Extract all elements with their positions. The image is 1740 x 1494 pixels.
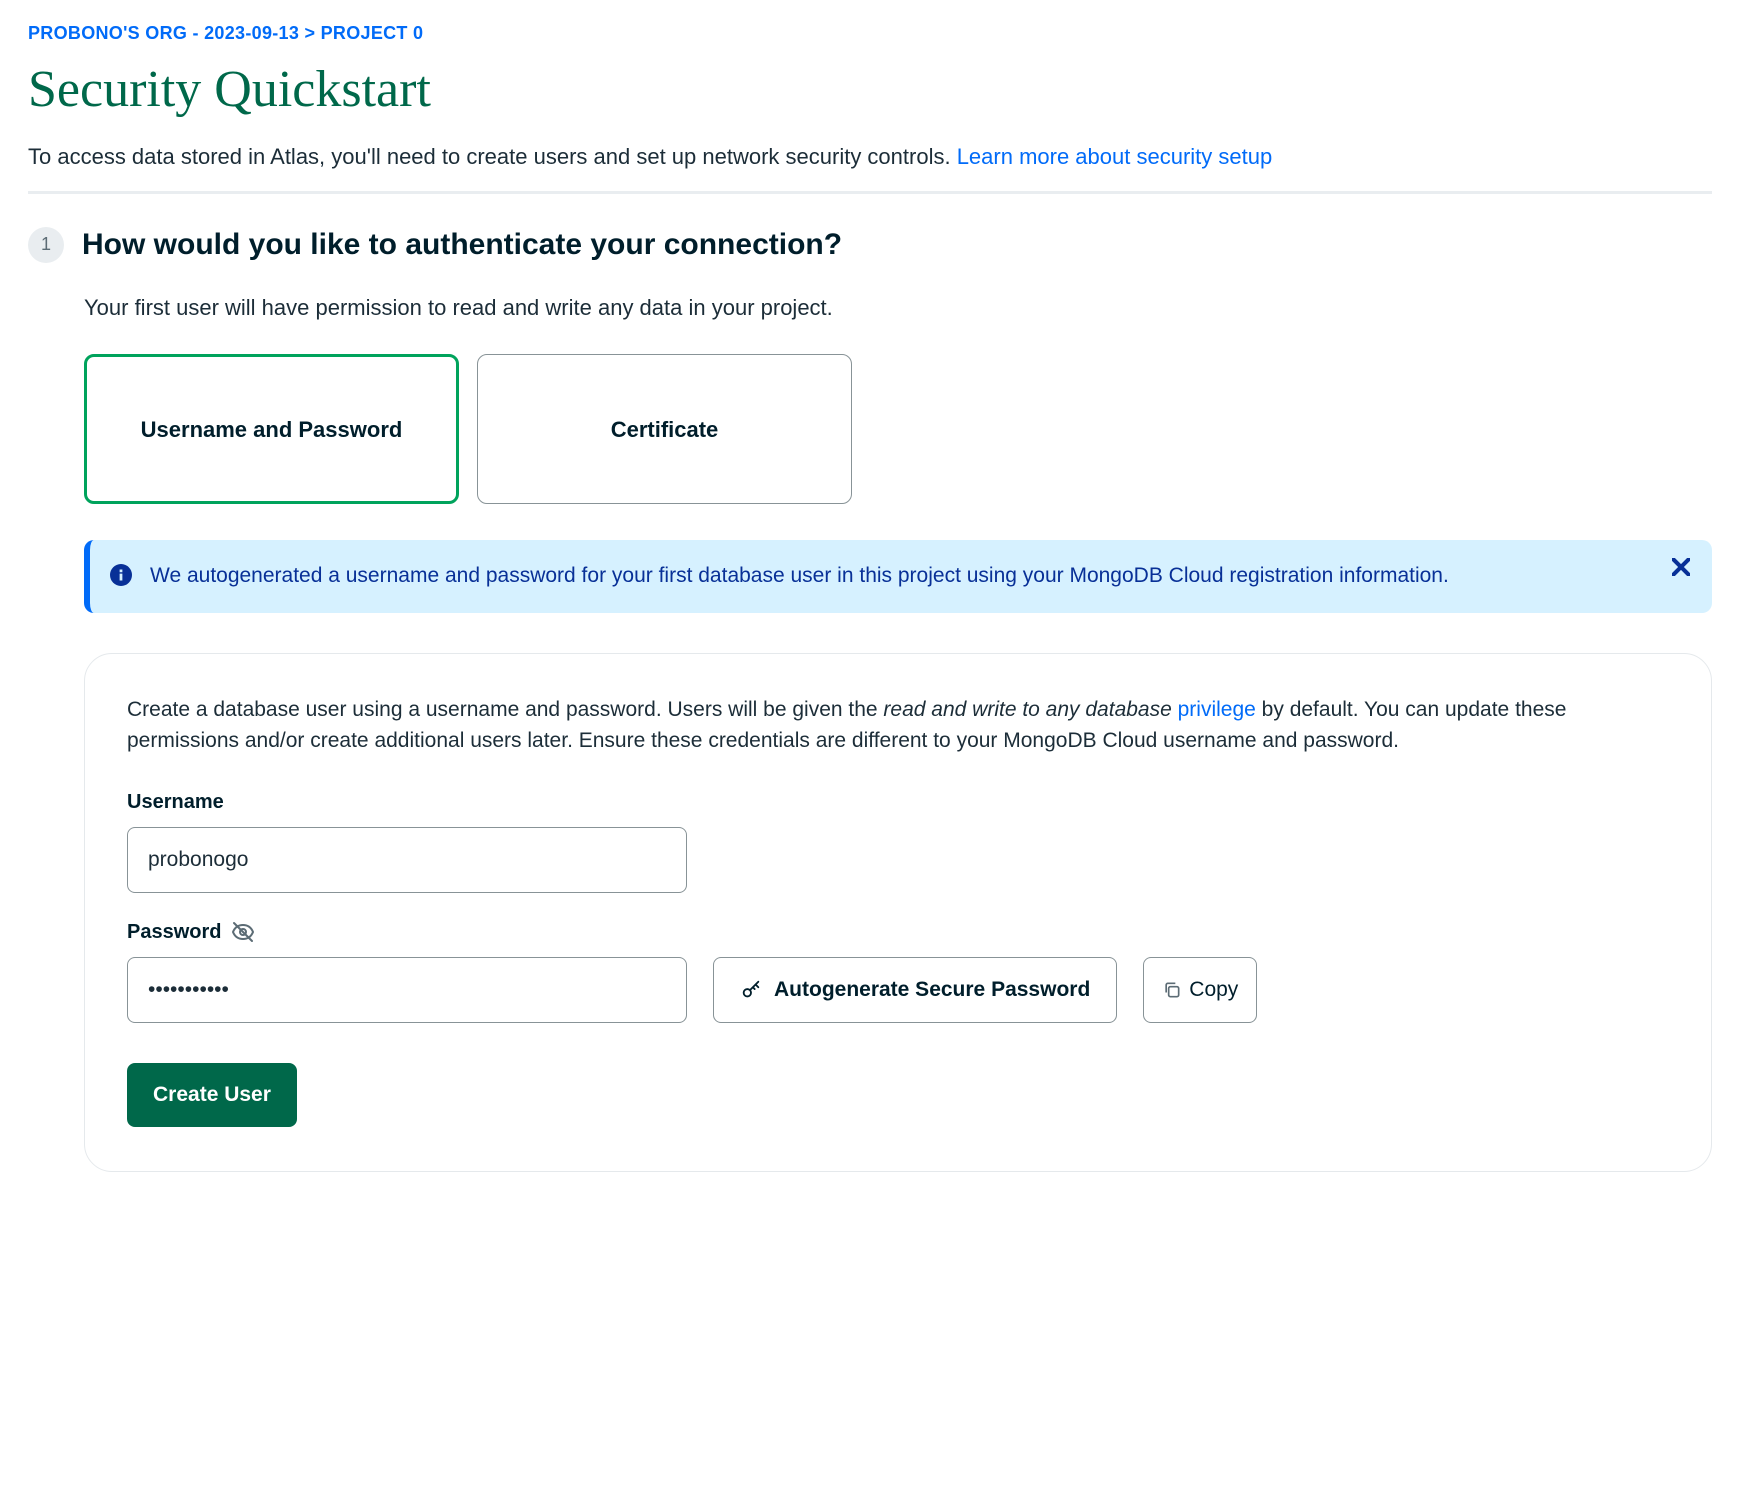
eye-off-icon[interactable] bbox=[231, 920, 255, 944]
breadcrumb-sep: > bbox=[304, 23, 315, 43]
key-icon bbox=[740, 979, 762, 1001]
option-certificate[interactable]: Certificate bbox=[477, 354, 852, 504]
subtitle-text: To access data stored in Atlas, you'll n… bbox=[28, 144, 957, 169]
password-label: Password bbox=[127, 917, 1669, 947]
breadcrumb-project-link[interactable]: PROJECT 0 bbox=[321, 23, 424, 43]
create-user-button[interactable]: Create User bbox=[127, 1063, 297, 1127]
create-user-label: Create User bbox=[153, 1083, 271, 1106]
divider bbox=[28, 191, 1712, 194]
password-input[interactable] bbox=[127, 957, 687, 1023]
step-title: How would you like to authenticate your … bbox=[82, 222, 842, 267]
auth-method-options: Username and Password Certificate bbox=[84, 354, 1712, 504]
step-description: Your first user will have permission to … bbox=[84, 291, 1712, 324]
banner-message: We autogenerated a username and password… bbox=[150, 560, 1688, 593]
info-icon bbox=[110, 564, 132, 586]
card-description: Create a database user using a username … bbox=[127, 694, 1669, 757]
create-user-card: Create a database user using a username … bbox=[84, 653, 1712, 1172]
username-input[interactable] bbox=[127, 827, 687, 893]
username-field: Username bbox=[127, 787, 1669, 893]
autogenerate-password-label: Autogenerate Secure Password bbox=[774, 978, 1090, 1002]
close-icon[interactable] bbox=[1672, 558, 1690, 576]
step-number-badge: 1 bbox=[28, 227, 64, 263]
page-title: Security Quickstart bbox=[28, 61, 1712, 118]
breadcrumb: PROBONO'S ORG - 2023-09-13 > PROJECT 0 bbox=[28, 20, 1712, 47]
option-certificate-label: Certificate bbox=[611, 413, 719, 446]
privilege-link[interactable]: privilege bbox=[1178, 698, 1256, 721]
copy-label: Copy bbox=[1189, 978, 1238, 1002]
subtitle: To access data stored in Atlas, you'll n… bbox=[28, 140, 1712, 173]
breadcrumb-org-link[interactable]: PROBONO'S ORG - 2023-09-13 bbox=[28, 23, 299, 43]
password-row: Autogenerate Secure Password Copy bbox=[127, 957, 1669, 1023]
option-username-password[interactable]: Username and Password bbox=[84, 354, 459, 504]
info-banner: We autogenerated a username and password… bbox=[84, 540, 1712, 613]
copy-button[interactable]: Copy bbox=[1143, 957, 1257, 1023]
autogenerate-password-button[interactable]: Autogenerate Secure Password bbox=[713, 957, 1117, 1023]
copy-icon bbox=[1162, 980, 1182, 1000]
option-username-password-label: Username and Password bbox=[141, 413, 403, 446]
step-header: 1 How would you like to authenticate you… bbox=[28, 222, 1712, 267]
learn-more-link[interactable]: Learn more about security setup bbox=[957, 144, 1273, 169]
username-label: Username bbox=[127, 787, 1669, 817]
